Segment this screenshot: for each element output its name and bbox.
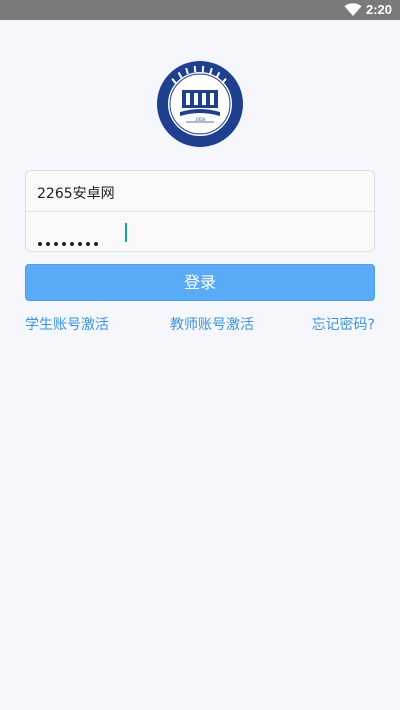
login-form: 2265安卓网 [25,170,375,252]
password-dot [62,242,66,246]
username-field[interactable]: 2265安卓网 [26,171,374,212]
logo-year: 1958 [195,118,206,123]
password-field[interactable] [26,212,374,252]
text-cursor [125,223,127,242]
password-dot [78,242,82,246]
status-time: 2:20 [365,2,392,17]
student-activate-link[interactable]: 学生账号激活 [25,314,109,334]
password-dot [94,242,98,246]
wifi-icon [344,3,362,17]
username-value[interactable]: 2265安卓网 [37,183,115,203]
password-mask[interactable] [38,231,102,246]
teacher-activate-link[interactable]: 教师账号激活 [170,314,254,334]
college-logo: 1958 [156,60,244,148]
login-button[interactable]: 登录 [25,264,375,301]
password-dot [70,242,74,246]
password-dot [86,242,90,246]
password-dot [38,242,42,246]
forgot-password-link[interactable]: 忘记密码? [312,314,375,334]
password-dot [54,242,58,246]
password-dot [46,242,50,246]
status-bar: 2:20 [0,0,400,20]
